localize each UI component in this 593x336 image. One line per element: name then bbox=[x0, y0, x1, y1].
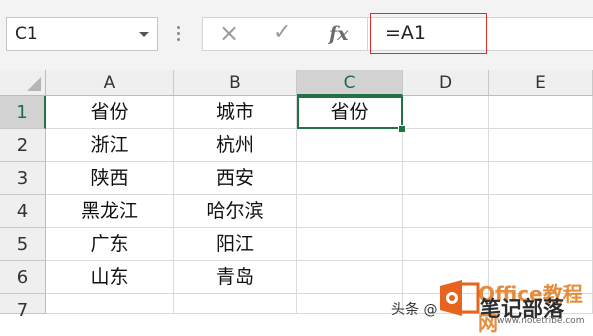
row-header-7[interactable]: 7 bbox=[0, 294, 46, 321]
name-box[interactable]: C1 bbox=[6, 17, 158, 51]
enter-icon[interactable]: ✓ bbox=[273, 20, 291, 45]
cell-a2[interactable]: 浙江 bbox=[46, 129, 174, 162]
cell-b6[interactable]: 青岛 bbox=[174, 261, 297, 294]
column-header-e[interactable]: E bbox=[489, 70, 593, 96]
column-header-b[interactable]: B bbox=[174, 70, 297, 96]
cell-a4[interactable]: 黑龙江 bbox=[46, 195, 174, 228]
column-header-a[interactable]: A bbox=[46, 70, 174, 96]
cell-b3[interactable]: 西安 bbox=[174, 162, 297, 195]
cell-c6[interactable] bbox=[297, 261, 403, 294]
row-header-3[interactable]: 3 bbox=[0, 162, 46, 195]
formula-text[interactable]: =A1 bbox=[385, 22, 426, 44]
cell-a3[interactable]: 陕西 bbox=[46, 162, 174, 195]
cell-d3[interactable] bbox=[403, 162, 489, 195]
cell-e4[interactable] bbox=[489, 195, 593, 228]
watermark-url: www.notetribe.com bbox=[497, 316, 585, 326]
formula-input[interactable]: =A1 bbox=[368, 13, 593, 54]
watermark-logo-icon bbox=[440, 280, 480, 316]
cell-b1[interactable]: 城市 bbox=[174, 96, 297, 129]
cell-e3[interactable] bbox=[489, 162, 593, 195]
cell-c7[interactable] bbox=[297, 294, 403, 314]
select-all-button[interactable] bbox=[0, 70, 46, 96]
cell-d4[interactable] bbox=[403, 195, 489, 228]
row-header-6[interactable]: 6 bbox=[0, 261, 46, 294]
active-cell-border bbox=[297, 96, 403, 129]
fill-handle[interactable] bbox=[398, 125, 406, 133]
cell-a7[interactable] bbox=[46, 294, 174, 314]
column-header-d[interactable]: D bbox=[403, 70, 489, 96]
cell-c3[interactable] bbox=[297, 162, 403, 195]
cell-b4[interactable]: 哈尔滨 bbox=[174, 195, 297, 228]
cell-a6[interactable]: 山东 bbox=[46, 261, 174, 294]
formula-buttons: × ✓ fx bbox=[202, 17, 368, 51]
cancel-icon[interactable]: × bbox=[219, 19, 239, 47]
row-header-5[interactable]: 5 bbox=[0, 228, 46, 261]
row-header-4[interactable]: 4 bbox=[0, 195, 46, 228]
row-header-2[interactable]: 2 bbox=[0, 129, 46, 162]
cell-b2[interactable]: 杭州 bbox=[174, 129, 297, 162]
cell-c2[interactable] bbox=[297, 129, 403, 162]
cell-e5[interactable] bbox=[489, 228, 593, 261]
cell-d5[interactable] bbox=[403, 228, 489, 261]
select-all-icon[interactable] bbox=[27, 77, 41, 91]
cell-c5[interactable] bbox=[297, 228, 403, 261]
name-box-value[interactable]: C1 bbox=[15, 24, 38, 44]
cell-d2[interactable] bbox=[403, 129, 489, 162]
cell-e1[interactable] bbox=[489, 96, 593, 129]
cell-a5[interactable]: 广东 bbox=[46, 228, 174, 261]
drag-handle-icon[interactable] bbox=[177, 26, 181, 42]
cell-a1[interactable]: 省份 bbox=[46, 96, 174, 129]
formula-bar: C1 × ✓ fx =A1 bbox=[0, 0, 593, 70]
cell-e2[interactable] bbox=[489, 129, 593, 162]
cell-b7[interactable] bbox=[174, 294, 297, 314]
row-header-1[interactable]: 1 bbox=[0, 96, 46, 129]
cell-d1[interactable] bbox=[403, 96, 489, 129]
cell-b5[interactable]: 阳江 bbox=[174, 228, 297, 261]
column-header-c[interactable]: C bbox=[297, 70, 403, 96]
watermark-prefix: 头条 @ bbox=[391, 302, 438, 318]
insert-function-icon[interactable]: fx bbox=[329, 23, 349, 45]
cell-c4[interactable] bbox=[297, 195, 403, 228]
chevron-down-icon[interactable] bbox=[139, 32, 149, 37]
